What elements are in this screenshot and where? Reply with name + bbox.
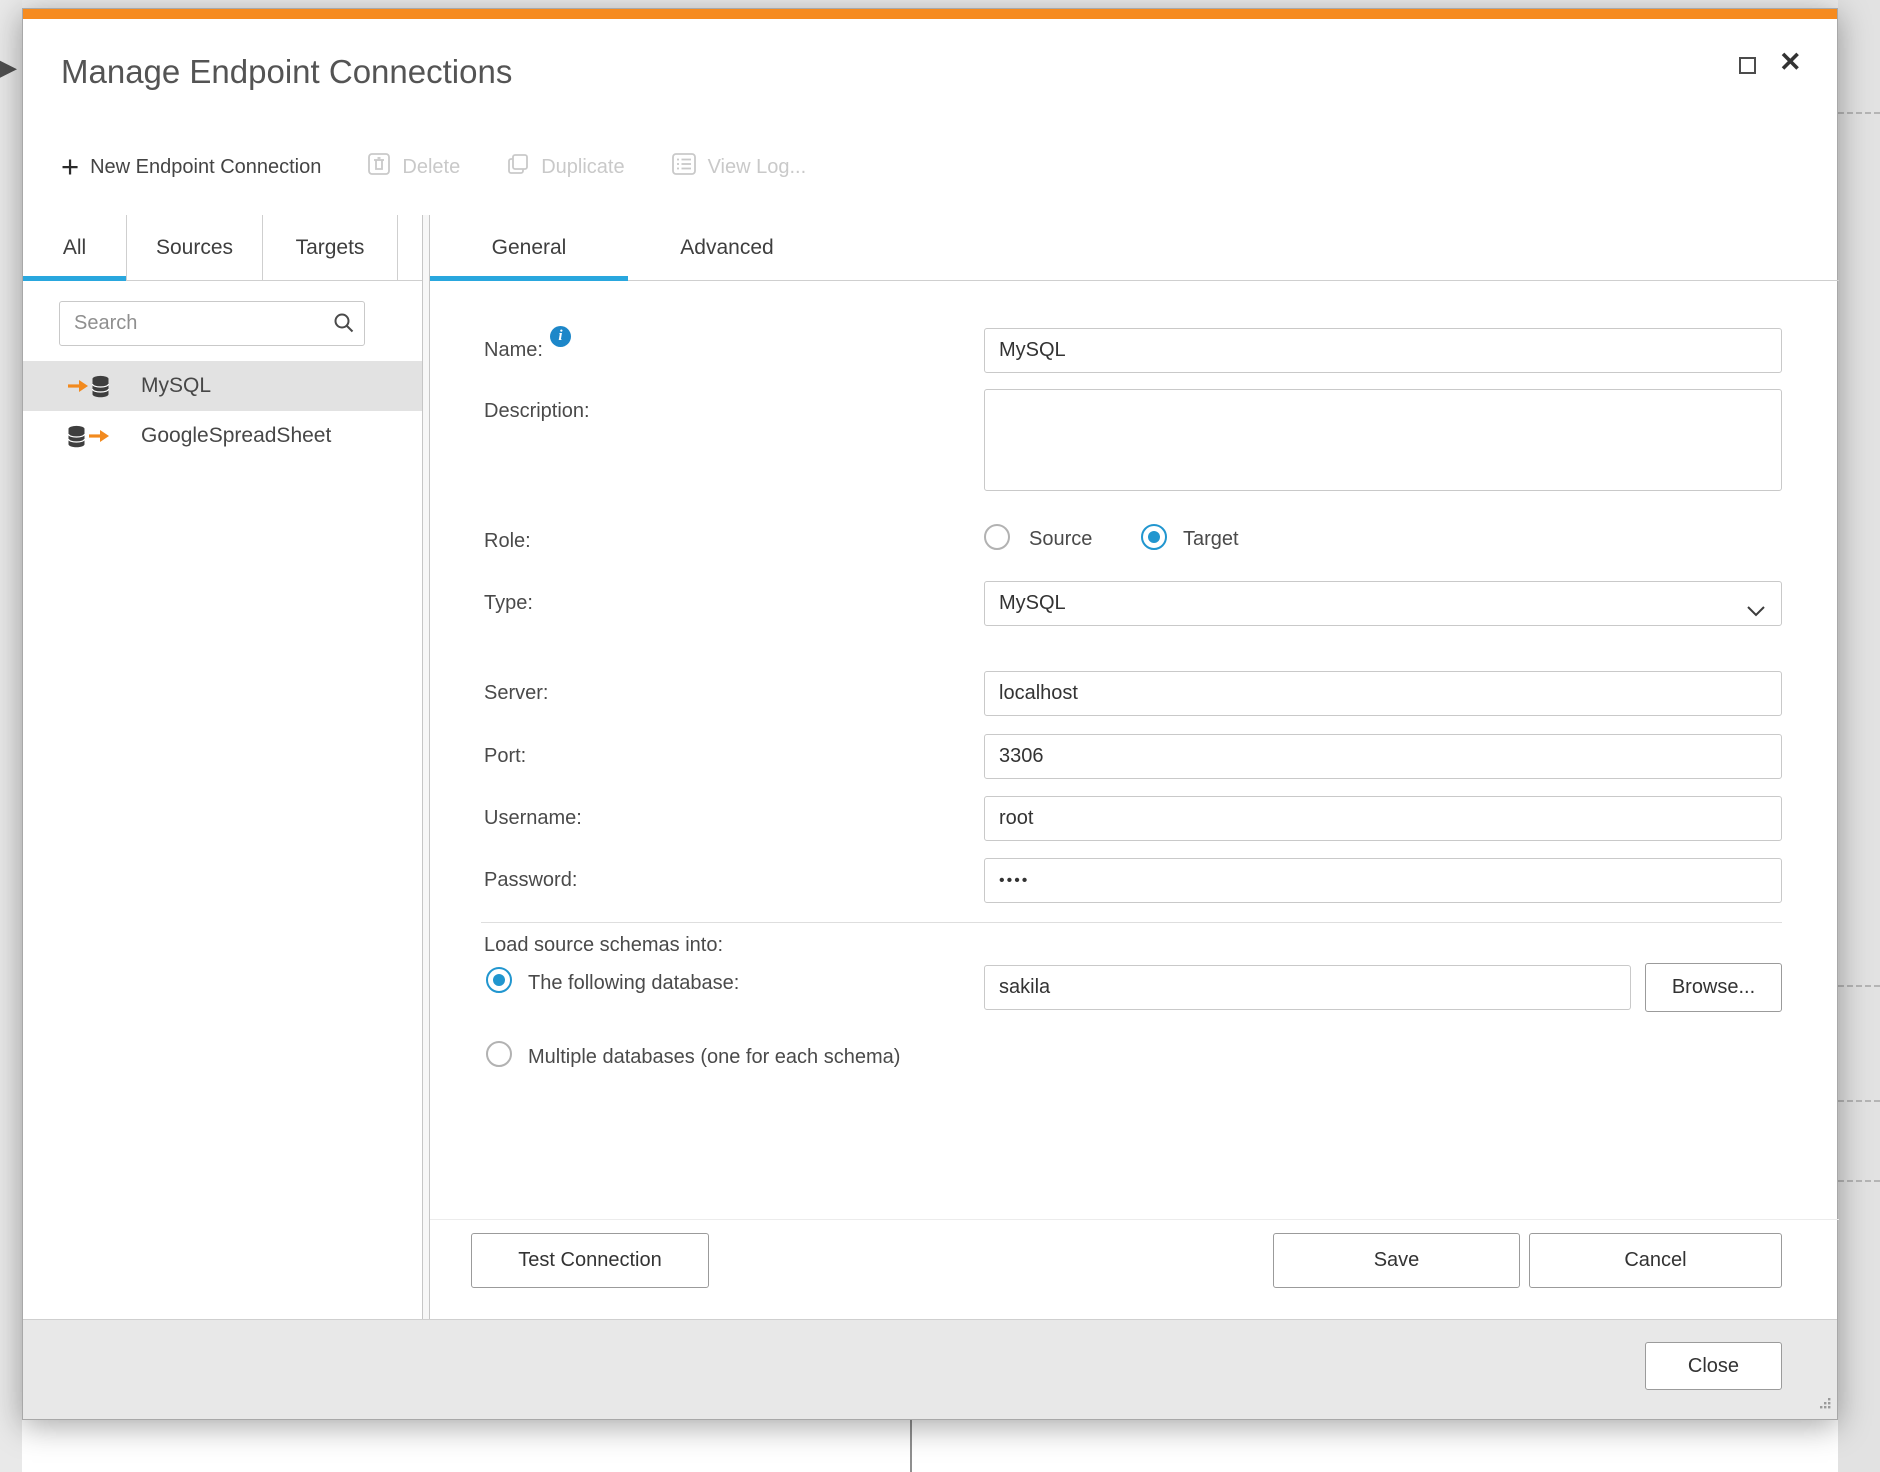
view-log-button[interactable]: View Log... bbox=[671, 152, 807, 182]
endpoint-filter-tabs: All Sources Targets bbox=[23, 215, 422, 281]
list-item-label: GoogleSpreadSheet bbox=[141, 424, 331, 448]
type-select-value: MySQL bbox=[999, 592, 1066, 615]
background-dashed-line bbox=[1838, 1100, 1880, 1102]
type-select[interactable]: MySQL bbox=[984, 581, 1782, 626]
background-dashed-line bbox=[1838, 985, 1880, 987]
app-background-right bbox=[1838, 0, 1880, 1472]
delete-button[interactable]: Delete bbox=[367, 152, 460, 182]
new-endpoint-connection-button[interactable]: + New Endpoint Connection bbox=[61, 155, 321, 179]
section-divider bbox=[481, 922, 1782, 923]
list-item-googlespreadsheet[interactable]: GoogleSpreadSheet bbox=[23, 411, 422, 461]
load-schemas-label: Load source schemas into: bbox=[484, 934, 723, 957]
background-dashed-line bbox=[1838, 112, 1880, 114]
role-source-radio[interactable] bbox=[984, 524, 1010, 550]
password-field[interactable] bbox=[984, 858, 1782, 903]
endpoint-list-panel: All Sources Targets bbox=[23, 215, 422, 1319]
close-button[interactable]: Close bbox=[1645, 1342, 1782, 1390]
delete-label: Delete bbox=[402, 156, 460, 179]
tab-general[interactable]: General bbox=[430, 215, 628, 280]
app-background-left bbox=[0, 0, 22, 1472]
port-field[interactable] bbox=[984, 734, 1782, 779]
chevron-down-icon bbox=[1747, 600, 1765, 623]
dialog-accent-bar bbox=[23, 9, 1837, 19]
endpoint-list: MySQL GoogleSpreadSheet bbox=[23, 361, 422, 461]
duplicate-button[interactable]: Duplicate bbox=[506, 152, 624, 182]
tab-all[interactable]: All bbox=[23, 215, 127, 280]
target-endpoint-icon bbox=[67, 375, 125, 398]
list-item-label: MySQL bbox=[141, 374, 211, 398]
delete-icon bbox=[367, 152, 391, 182]
duplicate-label: Duplicate bbox=[541, 156, 624, 179]
username-label: Username: bbox=[484, 807, 582, 830]
plus-icon: + bbox=[61, 155, 79, 179]
description-label: Description: bbox=[484, 400, 590, 423]
list-item-mysql[interactable]: MySQL bbox=[23, 361, 422, 411]
server-label: Server: bbox=[484, 682, 548, 705]
detail-tabs: General Advanced bbox=[430, 215, 1839, 281]
view-log-label: View Log... bbox=[708, 156, 807, 179]
search-box bbox=[59, 301, 365, 346]
view-log-icon bbox=[671, 152, 697, 182]
server-field[interactable] bbox=[984, 671, 1782, 716]
tab-sources[interactable]: Sources bbox=[127, 215, 263, 280]
cancel-button[interactable]: Cancel bbox=[1529, 1233, 1782, 1288]
app-background-bottom bbox=[22, 1420, 1838, 1472]
search-input[interactable] bbox=[59, 301, 365, 346]
collapse-arrow-icon: ▶ bbox=[0, 50, 17, 85]
dialog-title: Manage Endpoint Connections bbox=[61, 53, 512, 91]
source-endpoint-icon bbox=[67, 425, 125, 448]
button-row-divider bbox=[430, 1219, 1839, 1220]
following-database-radio[interactable] bbox=[486, 967, 512, 993]
panel-splitter[interactable] bbox=[422, 215, 430, 1319]
role-target-radio[interactable] bbox=[1141, 524, 1167, 550]
type-label: Type: bbox=[484, 592, 533, 615]
username-field[interactable] bbox=[984, 796, 1782, 841]
tab-advanced[interactable]: Advanced bbox=[628, 215, 826, 280]
multiple-databases-label: Multiple databases (one for each schema) bbox=[528, 1046, 900, 1069]
info-icon[interactable]: i bbox=[550, 326, 571, 347]
save-button[interactable]: Save bbox=[1273, 1233, 1520, 1288]
role-label: Role: bbox=[484, 530, 531, 553]
following-database-label: The following database: bbox=[528, 972, 739, 995]
maximize-icon[interactable] bbox=[1739, 57, 1756, 74]
multiple-databases-radio[interactable] bbox=[486, 1041, 512, 1067]
browse-button[interactable]: Browse... bbox=[1645, 963, 1782, 1012]
tab-targets[interactable]: Targets bbox=[263, 215, 398, 280]
role-target-label: Target bbox=[1183, 528, 1239, 551]
manage-endpoint-connections-dialog: Manage Endpoint Connections ✕ + New Endp… bbox=[22, 8, 1838, 1420]
port-label: Port: bbox=[484, 745, 526, 768]
search-icon bbox=[333, 312, 355, 339]
test-connection-button[interactable]: Test Connection bbox=[471, 1233, 709, 1288]
name-field[interactable] bbox=[984, 328, 1782, 373]
duplicate-icon bbox=[506, 152, 530, 182]
name-label: Name: bbox=[484, 339, 543, 362]
description-field[interactable] bbox=[984, 389, 1782, 491]
dialog-footer: Close bbox=[23, 1319, 1837, 1419]
password-label: Password: bbox=[484, 869, 577, 892]
close-icon[interactable]: ✕ bbox=[1779, 47, 1802, 78]
toolbar: + New Endpoint Connection Delete bbox=[61, 145, 806, 189]
following-database-field[interactable] bbox=[984, 965, 1631, 1010]
resize-grip-icon[interactable] bbox=[1817, 1395, 1832, 1415]
new-endpoint-connection-label: New Endpoint Connection bbox=[90, 156, 321, 179]
background-divider-line bbox=[910, 1420, 912, 1472]
background-dashed-line bbox=[1838, 1180, 1880, 1182]
role-source-label: Source bbox=[1029, 528, 1092, 551]
